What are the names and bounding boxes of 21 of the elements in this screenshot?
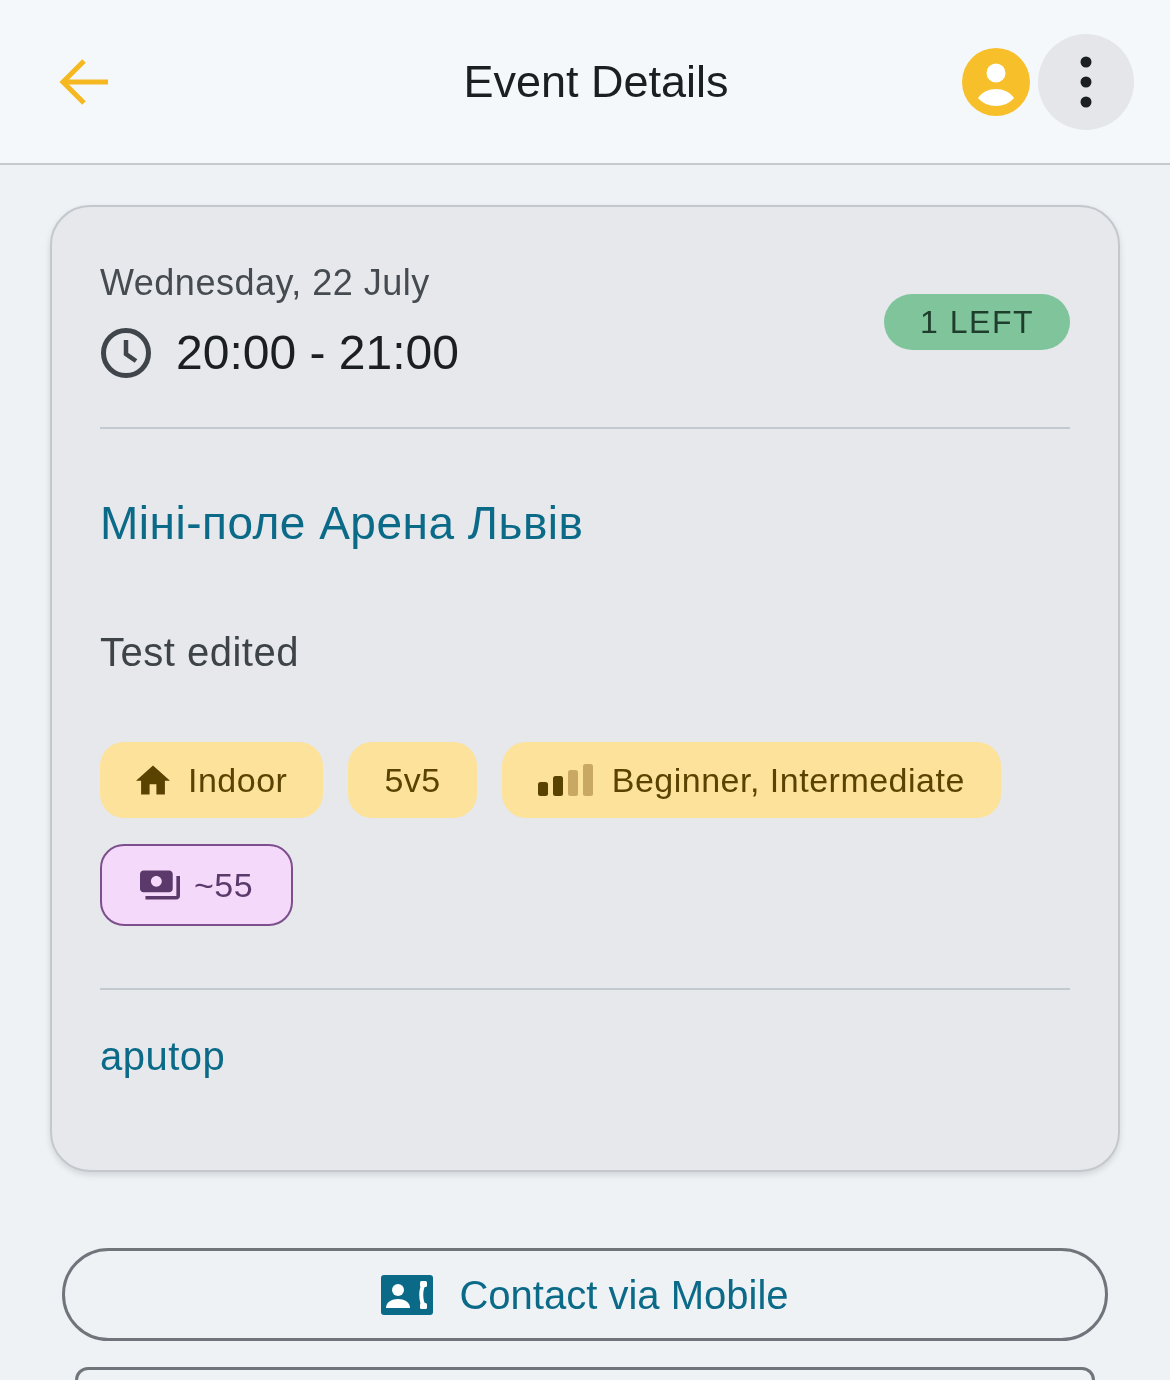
event-date: Wednesday, 22 July [100,261,431,305]
banknotes-icon [140,870,180,900]
venue-name[interactable]: Міні-поле Арена Львів [100,495,1070,551]
clock-icon [100,327,152,379]
contact-phone-icon [381,1274,434,1315]
outline-button[interactable] [75,1367,1095,1380]
more-options-icon [1080,55,1092,108]
back-arrow-icon [58,57,110,106]
event-time: 20:00 - 21:00 [176,325,459,381]
chip-label: ~55 [194,864,254,906]
spots-left-badge: 1 LEFT [884,293,1070,350]
chip-label: 5v5 [384,759,441,801]
event-description: Test edited [100,629,300,676]
chip-label: Beginner, Intermediate [611,759,965,801]
page-title: Event Details [463,54,729,109]
signal-bars-icon [537,764,594,796]
organizer-link[interactable]: aputop [100,1032,1070,1080]
user-avatar-icon [962,47,1030,116]
chip-label: Indoor [188,759,288,801]
house-icon [136,765,170,795]
contact-button[interactable]: Contact via Mobile [62,1248,1108,1341]
